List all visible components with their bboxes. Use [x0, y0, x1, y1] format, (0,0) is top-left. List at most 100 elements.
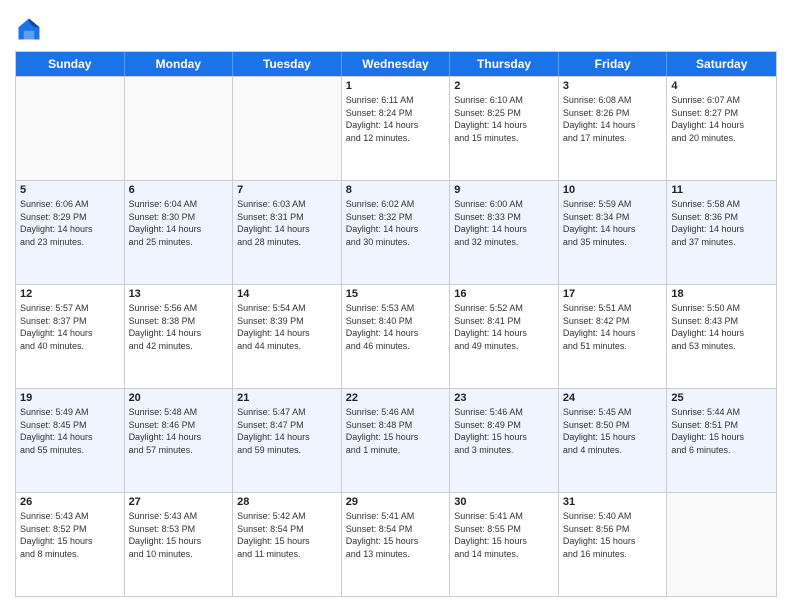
day-number: 12	[20, 288, 120, 300]
cal-cell: 8 Sunrise: 6:02 AM Sunset: 8:32 PM Daylig…	[342, 181, 451, 284]
cal-cell: 28 Sunrise: 5:42 AM Sunset: 8:54 PM Dayli…	[233, 493, 342, 596]
day-number: 14	[237, 288, 337, 300]
cal-cell: 15Sunrise: 5:53 AM Sunset: 8:40 PM Dayli…	[342, 285, 451, 388]
cal-cell: 26 Sunrise: 5:43 AM Sunset: 8:52 PM Dayli…	[16, 493, 125, 596]
day-number: 24	[563, 392, 663, 404]
day-number: 8	[346, 184, 446, 196]
cal-cell: 7 Sunrise: 6:03 AM Sunset: 8:31 PM Daylig…	[233, 181, 342, 284]
day-info: Sunrise: 5:43 AM Sunset: 8:53 PM Dayligh…	[129, 510, 229, 560]
day-number: 23	[454, 392, 554, 404]
cal-cell	[125, 77, 234, 180]
cal-cell: 23 Sunrise: 5:46 AM Sunset: 8:49 PM Dayli…	[450, 389, 559, 492]
day-number: 9	[454, 184, 554, 196]
day-info: Sunrise: 5:58 AM Sunset: 8:36 PM Dayligh…	[671, 198, 772, 248]
cal-cell: 6Sunrise: 6:04 AM Sunset: 8:30 PM Daylig…	[125, 181, 234, 284]
day-info: Sunrise: 6:03 AM Sunset: 8:31 PM Dayligh…	[237, 198, 337, 248]
cal-cell	[16, 77, 125, 180]
day-info: Sunrise: 5:46 AM Sunset: 8:49 PM Dayligh…	[454, 406, 554, 456]
cal-header-cell-saturday: Saturday	[667, 52, 776, 76]
day-info: Sunrise: 6:10 AM Sunset: 8:25 PM Dayligh…	[454, 94, 554, 144]
day-number: 19	[20, 392, 120, 404]
cal-cell: 5 Sunrise: 6:06 AM Sunset: 8:29 PM Daylig…	[16, 181, 125, 284]
day-number: 22	[346, 392, 446, 404]
cal-cell: 25Sunrise: 5:44 AM Sunset: 8:51 PM Dayli…	[667, 389, 776, 492]
cal-cell: 13 Sunrise: 5:56 AM Sunset: 8:38 PM Dayli…	[125, 285, 234, 388]
day-info: Sunrise: 6:06 AM Sunset: 8:29 PM Dayligh…	[20, 198, 120, 248]
day-info: Sunrise: 5:56 AM Sunset: 8:38 PM Dayligh…	[129, 302, 229, 352]
calendar-body: 1 Sunrise: 6:11 AM Sunset: 8:24 PM Daylig…	[16, 76, 776, 596]
cal-cell: 27 Sunrise: 5:43 AM Sunset: 8:53 PM Dayli…	[125, 493, 234, 596]
logo-icon	[15, 15, 43, 43]
day-number: 18	[671, 288, 772, 300]
day-info: Sunrise: 6:11 AM Sunset: 8:24 PM Dayligh…	[346, 94, 446, 144]
day-number: 29	[346, 496, 446, 508]
day-number: 17	[563, 288, 663, 300]
cal-cell: 4Sunrise: 6:07 AM Sunset: 8:27 PM Daylig…	[667, 77, 776, 180]
cal-cell: 20 Sunrise: 5:48 AM Sunset: 8:46 PM Dayli…	[125, 389, 234, 492]
day-number: 10	[563, 184, 663, 196]
day-number: 26	[20, 496, 120, 508]
day-number: 3	[563, 80, 663, 92]
cal-cell: 14Sunrise: 5:54 AM Sunset: 8:39 PM Dayli…	[233, 285, 342, 388]
day-number: 16	[454, 288, 554, 300]
cal-week-1: 5 Sunrise: 6:06 AM Sunset: 8:29 PM Daylig…	[16, 180, 776, 284]
day-info: Sunrise: 5:48 AM Sunset: 8:46 PM Dayligh…	[129, 406, 229, 456]
day-info: Sunrise: 5:41 AM Sunset: 8:54 PM Dayligh…	[346, 510, 446, 560]
cal-cell	[233, 77, 342, 180]
day-info: Sunrise: 6:07 AM Sunset: 8:27 PM Dayligh…	[671, 94, 772, 144]
cal-header-cell-thursday: Thursday	[450, 52, 559, 76]
cal-header-cell-monday: Monday	[125, 52, 234, 76]
day-info: Sunrise: 5:59 AM Sunset: 8:34 PM Dayligh…	[563, 198, 663, 248]
cal-week-3: 19 Sunrise: 5:49 AM Sunset: 8:45 PM Dayli…	[16, 388, 776, 492]
day-info: Sunrise: 5:43 AM Sunset: 8:52 PM Dayligh…	[20, 510, 120, 560]
day-number: 7	[237, 184, 337, 196]
cal-cell: 12 Sunrise: 5:57 AM Sunset: 8:37 PM Dayli…	[16, 285, 125, 388]
day-info: Sunrise: 6:00 AM Sunset: 8:33 PM Dayligh…	[454, 198, 554, 248]
cal-cell: 29 Sunrise: 5:41 AM Sunset: 8:54 PM Dayli…	[342, 493, 451, 596]
cal-cell: 21Sunrise: 5:47 AM Sunset: 8:47 PM Dayli…	[233, 389, 342, 492]
day-number: 27	[129, 496, 229, 508]
day-info: Sunrise: 5:57 AM Sunset: 8:37 PM Dayligh…	[20, 302, 120, 352]
day-info: Sunrise: 5:42 AM Sunset: 8:54 PM Dayligh…	[237, 510, 337, 560]
day-number: 30	[454, 496, 554, 508]
cal-cell: 11 Sunrise: 5:58 AM Sunset: 8:36 PM Dayli…	[667, 181, 776, 284]
page: SundayMondayTuesdayWednesdayThursdayFrid…	[0, 0, 792, 612]
cal-week-0: 1 Sunrise: 6:11 AM Sunset: 8:24 PM Daylig…	[16, 76, 776, 180]
day-number: 15	[346, 288, 446, 300]
day-info: Sunrise: 5:51 AM Sunset: 8:42 PM Dayligh…	[563, 302, 663, 352]
cal-cell: 19 Sunrise: 5:49 AM Sunset: 8:45 PM Dayli…	[16, 389, 125, 492]
cal-header-cell-wednesday: Wednesday	[342, 52, 451, 76]
cal-cell: 31Sunrise: 5:40 AM Sunset: 8:56 PM Dayli…	[559, 493, 668, 596]
day-info: Sunrise: 5:47 AM Sunset: 8:47 PM Dayligh…	[237, 406, 337, 456]
cal-cell: 1 Sunrise: 6:11 AM Sunset: 8:24 PM Daylig…	[342, 77, 451, 180]
cal-week-2: 12 Sunrise: 5:57 AM Sunset: 8:37 PM Dayli…	[16, 284, 776, 388]
day-info: Sunrise: 6:02 AM Sunset: 8:32 PM Dayligh…	[346, 198, 446, 248]
cal-week-4: 26 Sunrise: 5:43 AM Sunset: 8:52 PM Dayli…	[16, 492, 776, 596]
day-info: Sunrise: 5:49 AM Sunset: 8:45 PM Dayligh…	[20, 406, 120, 456]
day-info: Sunrise: 5:50 AM Sunset: 8:43 PM Dayligh…	[671, 302, 772, 352]
day-number: 1	[346, 80, 446, 92]
day-info: Sunrise: 5:46 AM Sunset: 8:48 PM Dayligh…	[346, 406, 446, 456]
day-number: 5	[20, 184, 120, 196]
calendar: SundayMondayTuesdayWednesdayThursdayFrid…	[15, 51, 777, 597]
cal-cell: 3 Sunrise: 6:08 AM Sunset: 8:26 PM Daylig…	[559, 77, 668, 180]
cal-header-cell-sunday: Sunday	[16, 52, 125, 76]
day-info: Sunrise: 5:41 AM Sunset: 8:55 PM Dayligh…	[454, 510, 554, 560]
day-number: 20	[129, 392, 229, 404]
cal-cell: 10 Sunrise: 5:59 AM Sunset: 8:34 PM Dayli…	[559, 181, 668, 284]
cal-cell	[667, 493, 776, 596]
cal-cell: 2 Sunrise: 6:10 AM Sunset: 8:25 PM Daylig…	[450, 77, 559, 180]
day-info: Sunrise: 6:08 AM Sunset: 8:26 PM Dayligh…	[563, 94, 663, 144]
day-number: 11	[671, 184, 772, 196]
cal-cell: 16Sunrise: 5:52 AM Sunset: 8:41 PM Dayli…	[450, 285, 559, 388]
header	[15, 15, 777, 43]
calendar-header: SundayMondayTuesdayWednesdayThursdayFrid…	[16, 52, 776, 76]
day-number: 25	[671, 392, 772, 404]
day-number: 6	[129, 184, 229, 196]
day-number: 13	[129, 288, 229, 300]
day-number: 2	[454, 80, 554, 92]
cal-cell: 18 Sunrise: 5:50 AM Sunset: 8:43 PM Dayli…	[667, 285, 776, 388]
day-info: Sunrise: 5:40 AM Sunset: 8:56 PM Dayligh…	[563, 510, 663, 560]
day-number: 28	[237, 496, 337, 508]
logo	[15, 15, 47, 43]
